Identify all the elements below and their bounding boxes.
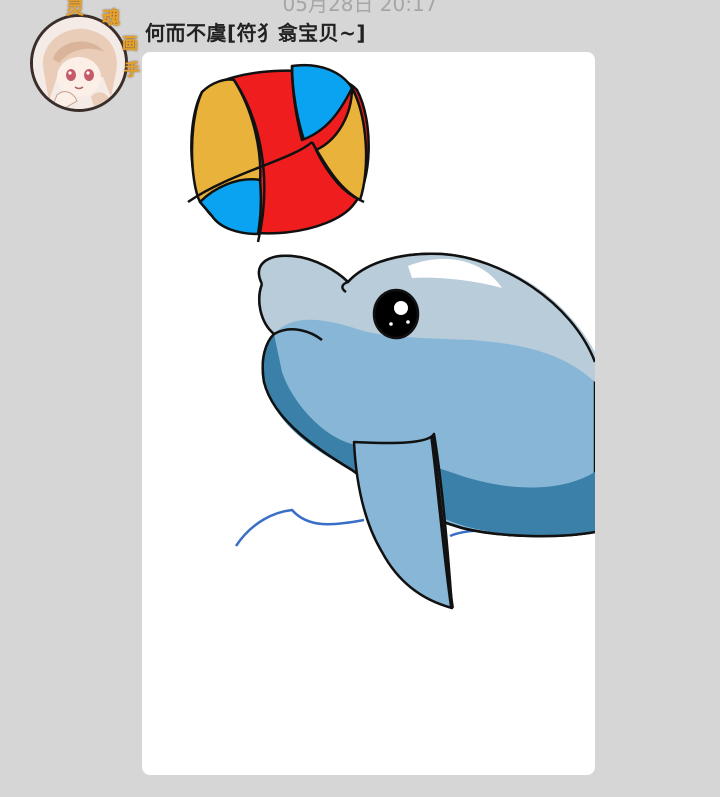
- image-message-bubble[interactable]: [142, 52, 595, 775]
- avatar-portrait: [33, 17, 125, 109]
- dolphin-ball-drawing: [187, 63, 595, 610]
- avatar-badge-char-2: 魂: [102, 8, 120, 29]
- avatar-badge-char-1: 灵: [66, 0, 84, 19]
- sender-avatar-group[interactable]: 灵 魂 画 手: [22, 0, 152, 112]
- sender-name: 何而不虞[符犭翕宝贝~]: [145, 21, 367, 45]
- avatar-badge-char-4: 手: [124, 60, 141, 79]
- dolphin-drawing: [257, 252, 595, 610]
- chat-screen: 05月28日 20:17 灵 魂 画 手 何而不虞[符犭翕宝贝~]: [0, 0, 720, 797]
- ball-drawing: [187, 63, 370, 243]
- avatar-badge-char-3: 画: [122, 34, 139, 53]
